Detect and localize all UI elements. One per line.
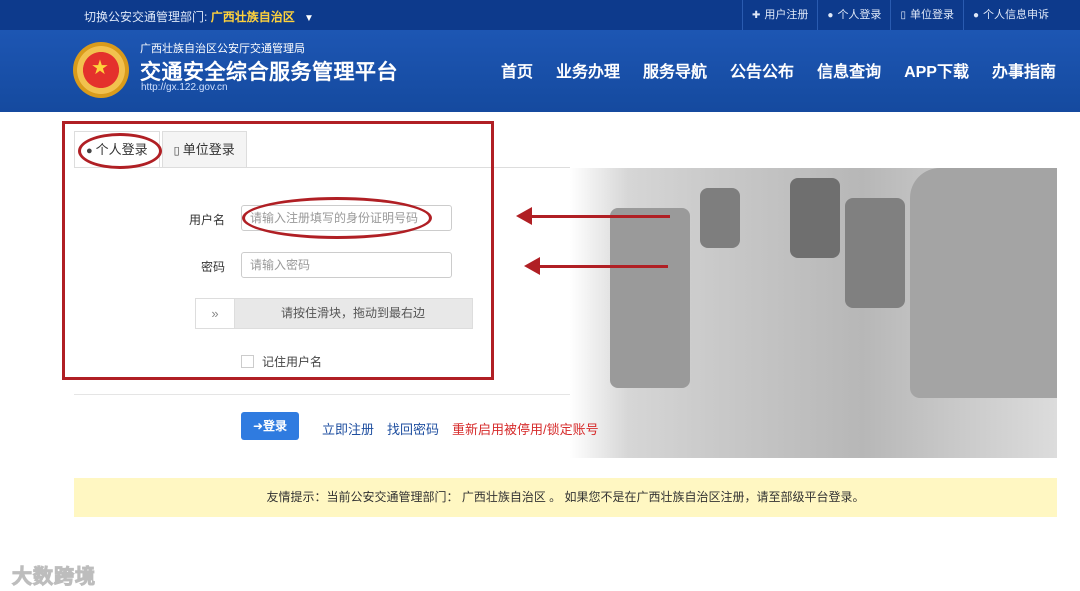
login-button-label: 登录 [263, 419, 288, 433]
nav-service-guide[interactable]: 服务导航 [643, 58, 707, 82]
police-emblem-logo[interactable]: ★ [73, 42, 129, 98]
nav-business[interactable]: 业务办理 [556, 58, 620, 82]
main-nav: 首页 业务办理 服务导航 公告公布 信息查询 APP下载 办事指南 [501, 58, 1056, 82]
watermark-logo: 大数跨境 [12, 560, 96, 589]
org-name: 广西壮族自治区公安厅交通管理局 [140, 43, 305, 55]
appeal-top-link[interactable]: ● 个人信息申诉 [962, 0, 1058, 30]
switch-prefix: 切换公安交通管理部门: [84, 10, 208, 24]
star-icon: ★ [91, 57, 109, 79]
annotation-oval-tab [78, 133, 162, 169]
annotation-arrow-username [516, 207, 670, 225]
nav-announcements[interactable]: 公告公布 [730, 58, 794, 82]
building-icon: ▯ [900, 10, 906, 21]
nav-info-query[interactable]: 信息查询 [817, 58, 881, 82]
login-button[interactable]: ➜登录 [241, 412, 299, 440]
current-region: 广西壮族自治区 [210, 10, 295, 24]
notice-banner: 友情提示：当前公安交通管理部门： 广西壮族自治区 。 如果您不是在广西壮族自治区… [74, 478, 1057, 517]
department-switcher[interactable]: 切换公安交通管理部门: 广西壮族自治区 ▼ [84, 8, 314, 25]
company-login-top-link[interactable]: ▯ 单位登录 [890, 0, 963, 30]
traffic-background-image [570, 168, 1057, 458]
register-link[interactable]: 立即注册 [322, 419, 374, 438]
plus-icon: ✚ [752, 10, 761, 21]
appeal-top-link-label: 个人信息申诉 [983, 9, 1049, 21]
form-divider [74, 394, 570, 395]
recover-password-link[interactable]: 找回密码 [387, 419, 439, 438]
top-links: ✚ 用户注册 ● 个人登录 ▯ 单位登录 ● 个人信息申诉 [742, 0, 1058, 30]
nav-guide[interactable]: 办事指南 [992, 58, 1056, 82]
top-bar: 切换公安交通管理部门: 广西壮族自治区 ▼ ✚ 用户注册 ● 个人登录 ▯ 单位登录 … [0, 0, 1080, 30]
register-top-link-label: 用户注册 [764, 9, 809, 21]
annotation-arrow-password [524, 257, 668, 275]
nav-home[interactable]: 首页 [501, 58, 533, 82]
login-icon: ➜ [252, 419, 264, 433]
watermark-text: 大数跨境 [12, 566, 96, 589]
register-top-link[interactable]: ✚ 用户注册 [742, 0, 817, 30]
nav-app-download[interactable]: APP下载 [904, 58, 969, 82]
personal-login-top-link-label: 个人登录 [837, 9, 882, 21]
annotation-oval-username [242, 197, 432, 239]
company-login-top-link-label: 单位登录 [909, 9, 954, 21]
site-url: http://gx.122.gov.cn [141, 82, 228, 93]
caret-down-icon: ▼ [304, 13, 314, 24]
user-icon: ● [972, 10, 979, 21]
personal-login-top-link[interactable]: ● 个人登录 [817, 0, 890, 30]
user-icon: ● [827, 10, 834, 21]
site-header: ★ 广西壮族自治区公安厅交通管理局 交通安全综合服务管理平台 http://gx… [0, 30, 1080, 112]
reactivate-account-link[interactable]: 重新启用被停用/锁定账号 [452, 419, 599, 438]
